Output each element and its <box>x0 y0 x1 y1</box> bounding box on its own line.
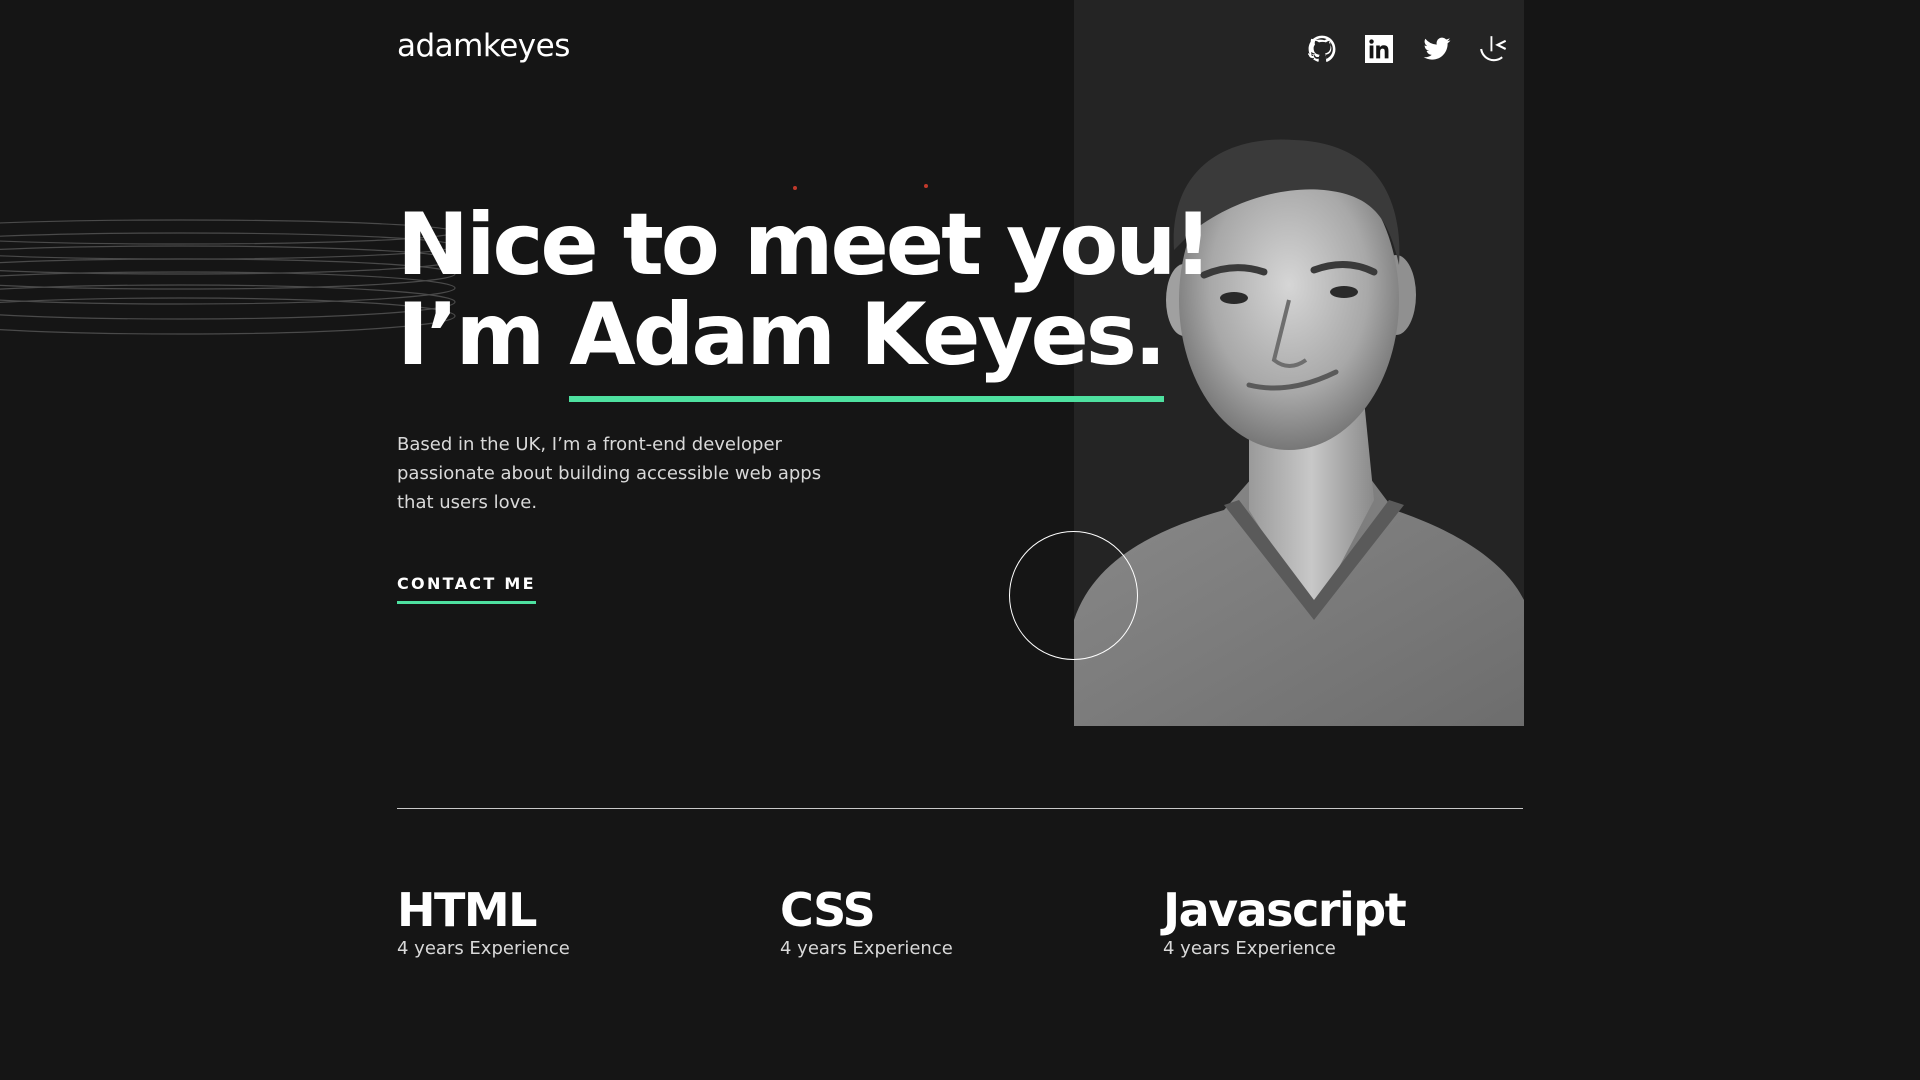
arc-decoration <box>1640 1050 1920 1080</box>
twitter-icon <box>1423 37 1451 60</box>
skill-name: CSS <box>780 883 876 937</box>
rings-decoration <box>0 219 456 335</box>
skill-name: Javascript <box>1163 883 1407 937</box>
frontend-mentor-icon <box>1480 36 1507 62</box>
hero-greeting: Nice to meet you! <box>397 195 1213 295</box>
intro-text: Based in the UK, I’m a front-end develop… <box>397 434 822 513</box>
github-icon <box>1308 35 1336 62</box>
hero-name: Adam Keyes. <box>569 285 1167 402</box>
hero-intro-prefix: I’m <box>397 285 570 385</box>
site-logo[interactable]: adamkeyes <box>397 28 570 64</box>
portfolio-page: adamkeyes Nice to meet you! I’m Adam Keye… <box>0 0 1920 1080</box>
decor-dot <box>793 186 797 190</box>
contact-me-button[interactable]: CONTACT ME <box>397 574 536 604</box>
linkedin-link[interactable] <box>1363 34 1395 64</box>
skill-html: HTML 4 years Experience <box>397 882 570 959</box>
skill-javascript: Javascript 4 years Experience <box>1163 882 1407 959</box>
github-link[interactable] <box>1306 34 1338 64</box>
frontend-mentor-link[interactable] <box>1478 34 1510 64</box>
hero-heading: Nice to meet you! I’m Adam Keyes. <box>397 200 1213 402</box>
twitter-link[interactable] <box>1421 34 1453 64</box>
skill-experience: 4 years Experience <box>397 938 570 959</box>
skill-experience: 4 years Experience <box>1163 938 1336 959</box>
circle-decoration <box>1009 531 1138 660</box>
skill-experience: 4 years Experience <box>780 938 953 959</box>
decor-dot <box>924 184 928 188</box>
linkedin-icon <box>1365 35 1393 63</box>
skill-name: HTML <box>397 883 537 937</box>
skill-css: CSS 4 years Experience <box>780 882 953 959</box>
section-divider <box>397 808 1523 809</box>
